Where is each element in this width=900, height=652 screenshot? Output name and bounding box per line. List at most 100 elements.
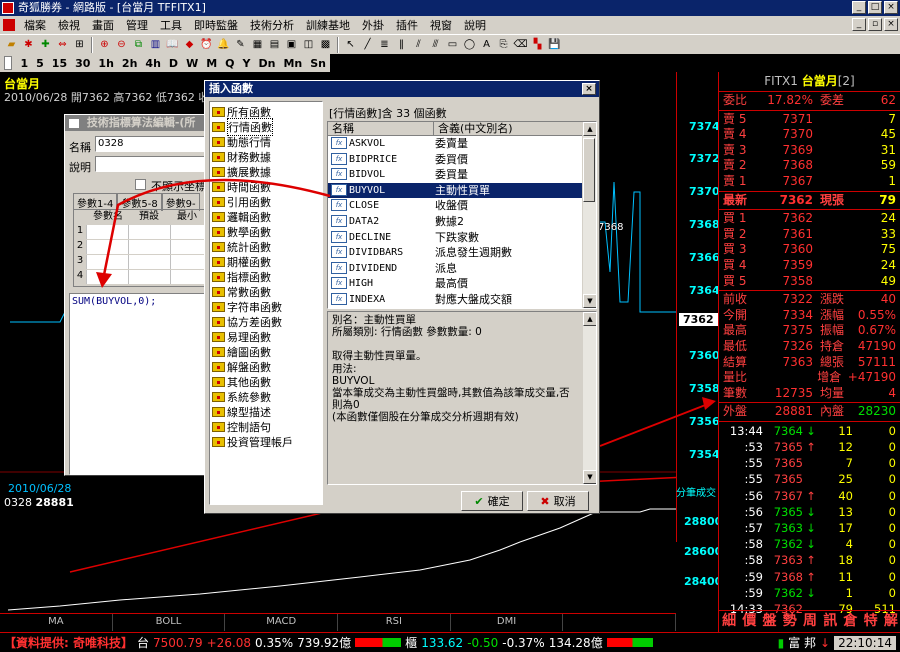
desc-scroll-down-button[interactable]: ▼ <box>583 470 596 484</box>
menu-tools[interactable]: 工具 <box>154 17 188 33</box>
alarm-icon[interactable]: ⏰ <box>199 37 214 52</box>
tab-macd[interactable]: MACD <box>225 614 339 631</box>
quote-tab[interactable]: 訊 <box>823 611 837 630</box>
param-cell[interactable] <box>128 225 170 239</box>
period-30[interactable]: 30 <box>71 57 94 70</box>
period-1[interactable]: 1 <box>16 57 32 70</box>
layout3-icon[interactable]: ◫ <box>301 37 316 52</box>
layout1-icon[interactable]: ▤ <box>267 37 282 52</box>
desc-field[interactable] <box>95 156 215 172</box>
child-restore-button[interactable]: ▫ <box>868 18 882 31</box>
editor-title-bar[interactable]: 技術指標算法編輯-(所屬... <box>65 115 213 145</box>
grid-icon[interactable]: ▦ <box>250 37 265 52</box>
child-close-button[interactable]: × <box>884 18 898 31</box>
category-item[interactable]: 系統參數 <box>210 389 322 404</box>
menu-training[interactable]: 訓練基地 <box>300 17 356 33</box>
period-4h[interactable]: 4h <box>141 57 165 70</box>
save-icon[interactable]: 💾 <box>547 37 562 52</box>
tab-ma[interactable]: MA <box>0 614 113 631</box>
child-minimize-button[interactable]: _ <box>852 18 866 31</box>
copy-icon[interactable]: ⎘ <box>496 37 511 52</box>
function-row[interactable]: fx DATA2 數據2 <box>328 214 596 230</box>
menu-file[interactable]: 檔案 <box>18 17 52 33</box>
param-cell[interactable] <box>86 240 128 254</box>
param-cell[interactable] <box>86 225 128 239</box>
zoom-in-icon[interactable]: ⊕ <box>97 37 112 52</box>
period-day[interactable]: D <box>165 57 182 70</box>
minimize-button[interactable]: _ <box>852 1 866 14</box>
weight-icon[interactable]: ⊞ <box>72 37 87 52</box>
period-mn[interactable]: Mn <box>279 57 306 70</box>
tab-dmi[interactable]: DMI <box>451 614 564 631</box>
layout4-icon[interactable]: ▩ <box>318 37 333 52</box>
palette-icon[interactable]: ▚ <box>530 37 545 52</box>
function-row[interactable]: fx BUYVOL 主動性買單 <box>328 182 596 199</box>
period-2h[interactable]: 2h <box>118 57 142 70</box>
ok-button[interactable]: ✔ 確定 <box>461 491 523 511</box>
quote-tab[interactable]: 解 <box>884 611 898 630</box>
bid-row[interactable]: 買 4 7359 24 <box>719 258 900 274</box>
menu-view[interactable]: 檢視 <box>52 17 86 33</box>
function-row[interactable]: fx BIDVOL 委買量 <box>328 167 596 183</box>
open-icon[interactable]: ▰ <box>4 37 19 52</box>
function-row[interactable]: fx HIGH 最高價 <box>328 276 596 292</box>
category-item[interactable]: 線型描述 <box>210 404 322 419</box>
menu-help[interactable]: 說明 <box>458 17 492 33</box>
quote-tab[interactable]: 周 <box>803 611 817 630</box>
menu-monitor[interactable]: 即時監盤 <box>188 17 244 33</box>
param-cell[interactable] <box>128 255 170 269</box>
bid-row[interactable]: 買 1 7362 24 <box>719 211 900 227</box>
quote-tab[interactable]: 盤 <box>763 611 777 630</box>
category-tree[interactable]: 所有函數 行情函數 動態行情 財務數據 擴展數據 時間函數 引用函數 邏輯函數 數學函數 統計函數… <box>209 101 323 505</box>
quote-tab[interactable]: 特 <box>864 611 878 630</box>
category-item[interactable]: 時間函數 <box>210 179 322 194</box>
param-cell[interactable] <box>86 255 128 269</box>
chart-type-selector[interactable] <box>4 56 13 70</box>
period-15[interactable]: 15 <box>48 57 71 70</box>
desc-scroll-up-button[interactable]: ▲ <box>583 312 596 326</box>
param-cell[interactable] <box>128 270 170 284</box>
cancel-button[interactable]: ✖ 取消 <box>527 491 589 511</box>
period-sn[interactable]: Sn <box>306 57 330 70</box>
function-row[interactable]: fx DECLINE 下跌家數 <box>328 230 596 246</box>
category-item[interactable]: 易理函數 <box>210 329 322 344</box>
quote-tab[interactable]: 倉 <box>843 611 857 630</box>
quote-tab[interactable]: 價 <box>742 611 756 630</box>
period-year[interactable]: Y <box>239 57 255 70</box>
crosshair-icon[interactable]: ✚ <box>38 37 53 52</box>
bell-icon[interactable]: 🔔 <box>216 37 231 52</box>
period-dn[interactable]: Dn <box>254 57 279 70</box>
menu-addons[interactable]: 插件 <box>390 17 424 33</box>
pen-icon[interactable]: ✎ <box>233 37 248 52</box>
period-1h[interactable]: 1h <box>94 57 118 70</box>
category-item[interactable]: 引用函數 <box>210 194 322 209</box>
eraser-icon[interactable]: ⌫ <box>513 37 528 52</box>
category-item[interactable]: 解盤函數 <box>210 359 322 374</box>
maximize-button[interactable]: □ <box>868 1 882 14</box>
menu-screen[interactable]: 畫面 <box>86 17 120 33</box>
ask-row[interactable]: 賣 5 7371 7 <box>719 112 900 128</box>
function-row[interactable]: fx BIDPRICE 委買價 <box>328 152 596 168</box>
category-item[interactable]: 其他函數 <box>210 374 322 389</box>
function-row[interactable]: fx INDEXA 對應大盤成交額 <box>328 292 596 308</box>
function-list-scrollbar[interactable]: ▲ ▼ <box>582 122 596 308</box>
category-item[interactable]: 字符串函數 <box>210 299 322 314</box>
close-button[interactable]: × <box>884 1 898 14</box>
category-item[interactable]: 統計函數 <box>210 239 322 254</box>
book-icon[interactable]: 📖 <box>165 37 180 52</box>
ask-row[interactable]: 賣 2 7368 59 <box>719 158 900 174</box>
category-item[interactable]: 行情函數 <box>210 117 322 136</box>
text-icon[interactable]: A <box>479 37 494 52</box>
rect-icon[interactable]: ▭ <box>445 37 460 52</box>
settings-icon[interactable]: ✱ <box>21 37 36 52</box>
scroll-down-button[interactable]: ▼ <box>583 294 596 308</box>
category-item[interactable]: 擴展數據 <box>210 164 322 179</box>
fan-icon[interactable]: ⫽ <box>411 37 426 52</box>
category-item[interactable]: 邏輯函數 <box>210 209 322 224</box>
tab-boll[interactable]: BOLL <box>113 614 226 631</box>
tab-empty[interactable] <box>563 614 677 631</box>
menu-plugin[interactable]: 外掛 <box>356 17 390 33</box>
channel-icon[interactable]: ⫻ <box>428 37 443 52</box>
ellipse-icon[interactable]: ◯ <box>462 37 477 52</box>
fib-icon[interactable]: ≣ <box>377 37 392 52</box>
